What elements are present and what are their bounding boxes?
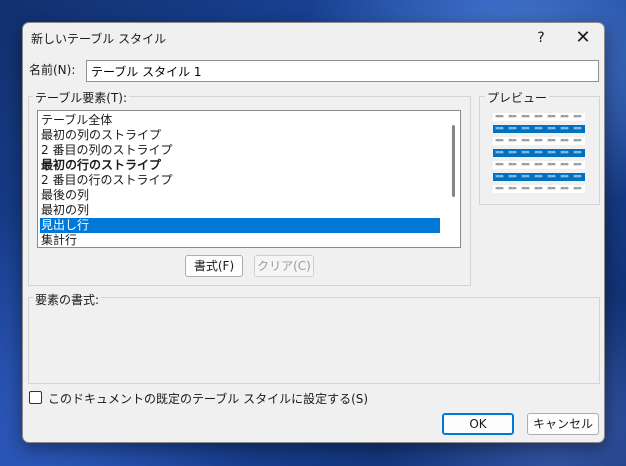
preview-cell: »»» bbox=[495, 125, 504, 132]
preview-cell: »»» bbox=[560, 113, 569, 120]
name-label: 名前(N): bbox=[29, 63, 76, 77]
preview-cell: »»» bbox=[560, 149, 569, 156]
list-item[interactable]: 最後の列 bbox=[40, 188, 440, 203]
list-item[interactable]: 集計行 bbox=[40, 233, 440, 247]
preview-cell: »»» bbox=[534, 113, 543, 120]
preview-cell: »»» bbox=[495, 149, 504, 156]
preview-cell: »»» bbox=[495, 173, 504, 180]
list-item[interactable]: 最初の行のストライプ bbox=[40, 158, 440, 173]
preview-cell: »»» bbox=[573, 185, 582, 192]
preview-cell: »»» bbox=[521, 161, 530, 168]
preview-cell: »»» bbox=[560, 137, 569, 144]
preview-cell: »»» bbox=[508, 173, 517, 180]
preview-cell: »»» bbox=[547, 149, 556, 156]
preview-cell: »»» bbox=[508, 161, 517, 168]
table-elements-list[interactable]: テーブル全体 最初の列のストライプ 2 番目の列のストライプ 最初の行のストライプ 2 … bbox=[37, 110, 461, 248]
scroll-thumb[interactable] bbox=[452, 125, 455, 197]
preview-row: »»» »»» »»» »»» »»» »»» »»» bbox=[493, 125, 585, 133]
preview-cell: »»» bbox=[534, 185, 543, 192]
preview-label: プレビュー bbox=[485, 89, 550, 106]
element-format-group bbox=[28, 297, 600, 384]
format-button[interactable]: 書式(F) bbox=[185, 255, 243, 277]
preview-row: »»» »»» »»» »»» »»» »»» »»» bbox=[493, 149, 585, 157]
preview-cell: »»» bbox=[547, 173, 556, 180]
title-bar: 新しいテーブル スタイル ? ✕ bbox=[23, 23, 604, 53]
preview-cell: »»» bbox=[521, 125, 530, 132]
dialog-title: 新しいテーブル スタイル bbox=[31, 32, 167, 46]
preview-cell: »»» bbox=[573, 149, 582, 156]
default-style-checkbox[interactable] bbox=[29, 391, 42, 404]
list-item[interactable]: 最初の列のストライプ bbox=[40, 128, 440, 143]
preview-cell: »»» bbox=[547, 161, 556, 168]
preview-cell: »»» bbox=[508, 149, 517, 156]
preview-cell: »»» bbox=[560, 185, 569, 192]
preview-cell: »»» bbox=[547, 185, 556, 192]
preview-cell: »»» bbox=[547, 125, 556, 132]
preview-row: »»» »»» »»» »»» »»» »»» »»» bbox=[493, 137, 585, 145]
preview-cell: »»» bbox=[521, 173, 530, 180]
ok-button[interactable]: OK bbox=[442, 413, 514, 435]
list-item[interactable]: テーブル全体 bbox=[40, 113, 440, 128]
preview-cell: »»» bbox=[534, 137, 543, 144]
preview-cell: »»» bbox=[521, 149, 530, 156]
preview-cell: »»» bbox=[508, 185, 517, 192]
preview-cell: »»» bbox=[521, 185, 530, 192]
table-elements-label: テーブル要素(T): bbox=[33, 89, 130, 106]
preview-cell: »»» bbox=[573, 173, 582, 180]
preview-cell: »»» bbox=[495, 113, 504, 120]
cancel-button[interactable]: キャンセル bbox=[527, 413, 599, 435]
preview-cell: »»» bbox=[573, 161, 582, 168]
preview-cell: »»» bbox=[560, 125, 569, 132]
preview-cell: »»» bbox=[547, 113, 556, 120]
preview-row: »»» »»» »»» »»» »»» »»» »»» bbox=[493, 161, 585, 169]
preview-row: »»» »»» »»» »»» »»» »»» »»» bbox=[493, 173, 585, 181]
preview-cell: »»» bbox=[495, 161, 504, 168]
preview-row: »»» »»» »»» »»» »»» »»» »»» bbox=[493, 113, 585, 121]
close-button[interactable]: ✕ bbox=[563, 23, 603, 53]
element-format-label: 要素の書式: bbox=[33, 291, 102, 308]
preview-cell: »»» bbox=[534, 161, 543, 168]
preview-cell: »»» bbox=[508, 113, 517, 120]
preview-cell: »»» bbox=[560, 173, 569, 180]
preview-cell: »»» bbox=[573, 113, 582, 120]
list-scrollbar[interactable] bbox=[447, 111, 460, 247]
preview-cell: »»» bbox=[534, 149, 543, 156]
preview-cell: »»» bbox=[495, 137, 504, 144]
default-style-checkbox-label[interactable]: このドキュメントの既定のテーブル スタイルに設定する(S) bbox=[48, 390, 368, 407]
new-table-style-dialog: 新しいテーブル スタイル ? ✕ 名前(N): テーブル要素(T): テーブル全… bbox=[22, 22, 605, 443]
preview-cell: »»» bbox=[560, 161, 569, 168]
preview-row: »»» »»» »»» »»» »»» »»» »»» bbox=[493, 185, 585, 193]
list-item[interactable]: 2 番目の行のストライプ bbox=[40, 173, 440, 188]
name-input[interactable] bbox=[86, 60, 599, 82]
preview-cell: »»» bbox=[508, 137, 517, 144]
preview-table: »»»»»»»»»»»»»»»»»»»»»»»»»»»»»»»»»»»»»»»»… bbox=[493, 111, 585, 195]
preview-cell: »»» bbox=[573, 137, 582, 144]
clear-button[interactable]: クリア(C) bbox=[254, 255, 314, 277]
preview-cell: »»» bbox=[495, 185, 504, 192]
preview-cell: »»» bbox=[534, 173, 543, 180]
preview-cell: »»» bbox=[508, 125, 517, 132]
preview-cell: »»» bbox=[521, 137, 530, 144]
list-item[interactable]: 見出し行 bbox=[40, 218, 440, 233]
help-button[interactable]: ? bbox=[523, 23, 559, 53]
preview-cell: »»» bbox=[534, 125, 543, 132]
preview-cell: »»» bbox=[547, 137, 556, 144]
preview-cell: »»» bbox=[573, 125, 582, 132]
list-item[interactable]: 2 番目の列のストライプ bbox=[40, 143, 440, 158]
list-item[interactable]: 最初の列 bbox=[40, 203, 440, 218]
preview-cell: »»» bbox=[521, 113, 530, 120]
